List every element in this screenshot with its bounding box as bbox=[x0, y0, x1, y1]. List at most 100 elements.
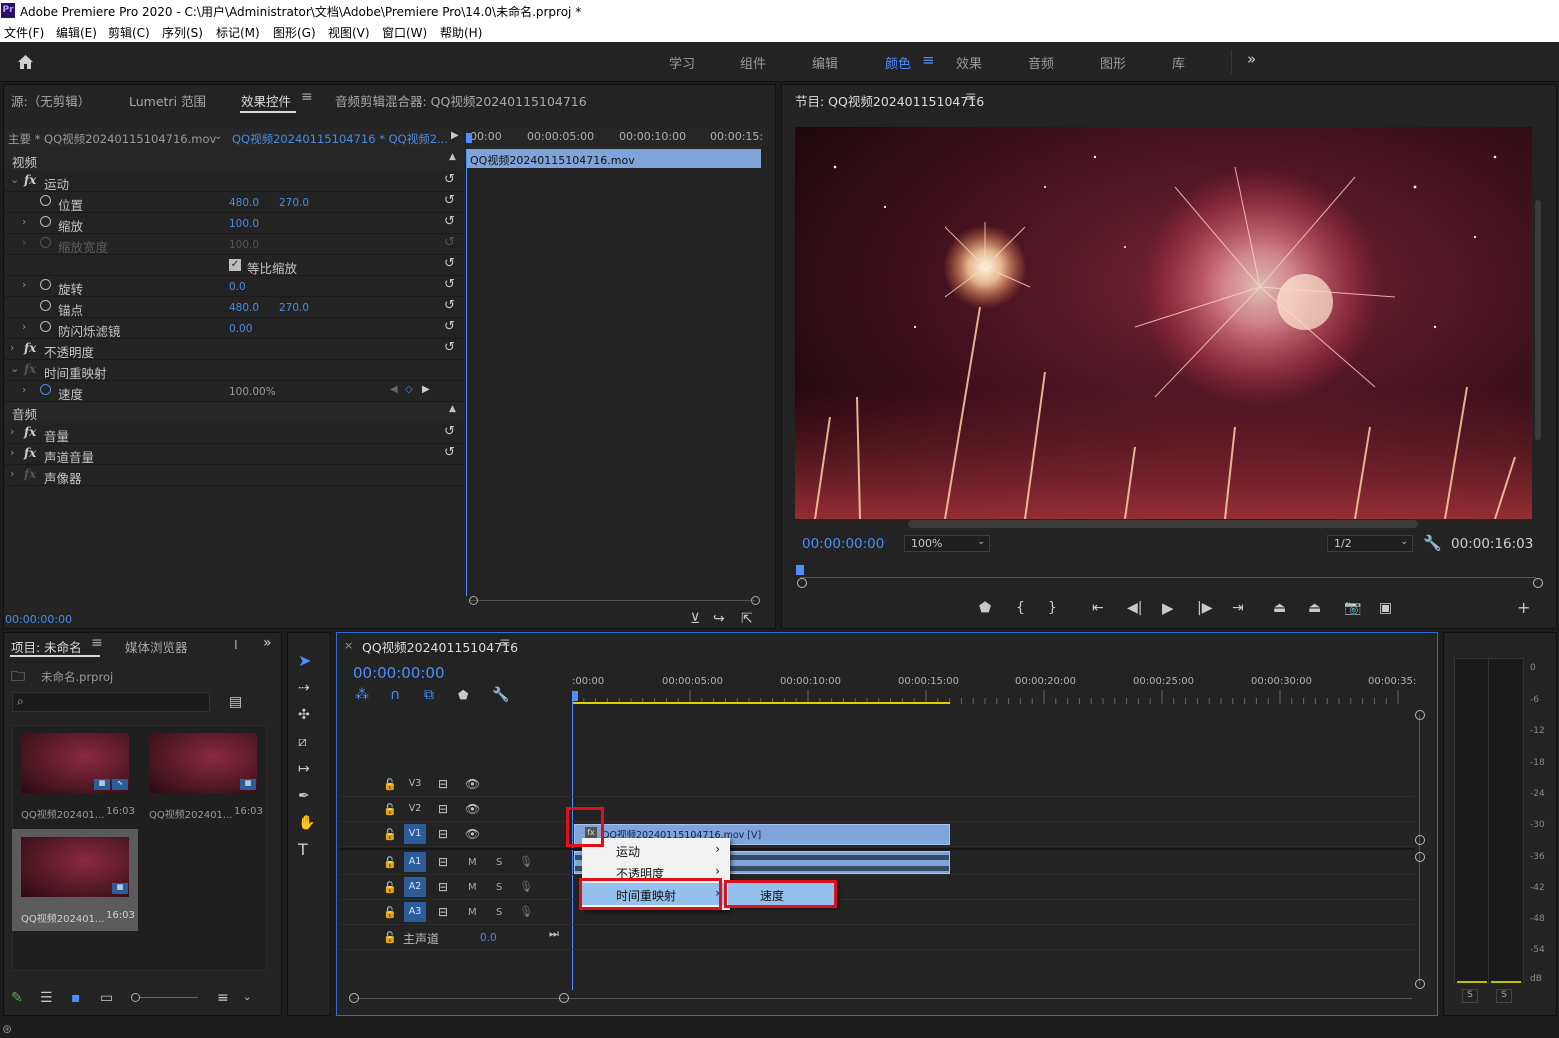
expand-caret-icon[interactable]: › bbox=[10, 467, 14, 480]
master-volume-value[interactable]: 0.0 bbox=[480, 932, 497, 944]
expand-caret-icon[interactable]: › bbox=[22, 320, 26, 333]
mute-button[interactable]: M bbox=[468, 907, 477, 918]
reset-icon[interactable]: ↺ bbox=[444, 425, 458, 439]
microphone-icon[interactable]: 🎙 bbox=[519, 854, 533, 870]
play-arrow-icon[interactable]: ▶ bbox=[451, 130, 459, 141]
go-to-end-icon[interactable]: ⏭ bbox=[549, 926, 559, 942]
effect-row-time-remap[interactable]: ⌄ fx 时间重映射 bbox=[4, 360, 464, 381]
solo-button[interactable]: S bbox=[496, 907, 502, 918]
selection-tool-icon[interactable]: ➤ bbox=[298, 653, 311, 669]
linked-selection-icon[interactable]: ⧉ bbox=[424, 687, 434, 703]
v-scroll-handle[interactable] bbox=[1415, 835, 1425, 845]
meter-solo-left[interactable]: S bbox=[1462, 989, 1478, 1003]
prev-keyframe-icon[interactable]: ◀ bbox=[390, 384, 398, 395]
video-frame[interactable] bbox=[795, 127, 1532, 519]
program-monitor-title[interactable]: 节目: QQ视频20240115104716 bbox=[795, 91, 984, 110]
extract-icon[interactable]: ⏏ bbox=[1308, 600, 1321, 616]
go-to-in-icon[interactable]: ⇤ bbox=[1092, 600, 1104, 616]
sync-lock-icon[interactable]: ⊟ bbox=[438, 801, 448, 817]
panel-menu-icon[interactable]: ≡ bbox=[965, 89, 977, 105]
hand-tool-icon[interactable]: ✋ bbox=[298, 815, 315, 831]
effect-row-opacity[interactable]: › fx 不透明度 ↺ bbox=[4, 339, 464, 360]
thumbnail-1[interactable]: ▦ ∿ bbox=[21, 733, 129, 793]
ripple-edit-tool-icon[interactable]: ✣ bbox=[298, 707, 310, 723]
sync-lock-icon[interactable]: ⊟ bbox=[438, 826, 448, 842]
timeline-h-scrollbar[interactable] bbox=[354, 998, 1412, 999]
fx-icon[interactable]: fx bbox=[24, 173, 36, 187]
timeline-ruler[interactable]: :00:00 00:00:05:00 00:00:10:00 00:00:15:… bbox=[572, 672, 1416, 704]
ec-zoom-handle-right[interactable] bbox=[751, 596, 760, 605]
track-label-v1[interactable]: V1 bbox=[404, 824, 426, 844]
workspace-editing[interactable]: 编辑 bbox=[812, 53, 838, 72]
add-button-icon[interactable]: + bbox=[1517, 600, 1530, 616]
pen-tool-icon[interactable]: ✒ bbox=[298, 788, 310, 804]
property-row-rotation[interactable]: › 旋转 0.0 ↺ bbox=[4, 276, 464, 297]
reset-icon[interactable]: ↺ bbox=[444, 173, 458, 187]
step-back-icon[interactable]: ◀| bbox=[1127, 600, 1142, 616]
lock-icon[interactable]: 🔓 bbox=[383, 827, 397, 843]
chevron-down-icon[interactable]: ⌄ bbox=[214, 131, 222, 142]
anchor-y-value[interactable]: 270.0 bbox=[279, 302, 309, 314]
context-item-motion[interactable]: 运动 › bbox=[582, 839, 730, 861]
home-icon[interactable] bbox=[17, 54, 34, 70]
sync-lock-icon[interactable]: ⊟ bbox=[438, 776, 448, 792]
sync-lock-icon[interactable]: ⊟ bbox=[438, 854, 448, 870]
stopwatch-icon[interactable] bbox=[40, 195, 51, 206]
mute-button[interactable]: M bbox=[468, 882, 477, 893]
reset-icon[interactable]: ↺ bbox=[444, 320, 458, 334]
expand-caret-icon[interactable]: › bbox=[10, 341, 14, 354]
sync-lock-icon[interactable]: ⊟ bbox=[438, 904, 448, 920]
ec-scrollbar[interactable] bbox=[470, 600, 755, 601]
timeline-v-scrollbar[interactable] bbox=[1419, 715, 1420, 985]
add-keyframe-icon[interactable]: ◇ bbox=[405, 384, 413, 395]
loop-audio-icon[interactable]: ↪ bbox=[713, 611, 725, 627]
rotation-value[interactable]: 0.0 bbox=[229, 281, 246, 293]
meter-solo-right[interactable]: S bbox=[1496, 989, 1512, 1003]
microphone-icon[interactable]: 🎙 bbox=[519, 904, 533, 920]
v-scroll-handle[interactable] bbox=[1415, 710, 1425, 720]
effect-row-channel-volume[interactable]: › fx 声道音量 ↺ bbox=[4, 444, 464, 465]
new-bin-icon[interactable]: ▤ bbox=[229, 694, 242, 710]
workspace-overflow-icon[interactable]: » bbox=[1247, 50, 1256, 68]
workspace-libraries[interactable]: 库 bbox=[1172, 53, 1185, 72]
reset-icon[interactable]: ↺ bbox=[444, 278, 458, 292]
project-search-input[interactable]: ⌕ bbox=[12, 692, 210, 712]
reset-icon[interactable]: ↺ bbox=[444, 299, 458, 313]
step-forward-icon[interactable]: |▶ bbox=[1197, 600, 1212, 616]
razor-tool-icon[interactable]: ⧄ bbox=[298, 734, 307, 750]
play-icon[interactable]: ▶ bbox=[1162, 600, 1174, 616]
menu-window[interactable]: 窗口(W) bbox=[382, 24, 427, 41]
add-marker-icon[interactable]: ⬟ bbox=[458, 687, 468, 703]
stopwatch-icon[interactable] bbox=[40, 384, 51, 395]
export-icon[interactable]: ⇱ bbox=[741, 611, 753, 627]
expand-caret-icon[interactable]: › bbox=[22, 383, 26, 396]
eye-icon[interactable]: 👁 bbox=[465, 826, 480, 842]
reset-icon[interactable]: ↺ bbox=[444, 446, 458, 460]
collapse-up-icon[interactable]: ▲ bbox=[449, 404, 456, 414]
program-mini-ruler[interactable] bbox=[796, 565, 1540, 581]
lock-icon[interactable]: 🔓 bbox=[383, 802, 397, 818]
mark-out-icon[interactable]: } bbox=[1048, 600, 1057, 616]
expand-caret-icon[interactable]: › bbox=[22, 278, 26, 291]
wrench-icon[interactable]: 🔧 bbox=[1423, 535, 1442, 551]
property-row-scale[interactable]: › 缩放 100.0 ↺ bbox=[4, 213, 464, 234]
ec-zoom-handle-left[interactable] bbox=[469, 596, 478, 605]
lock-icon[interactable]: 🔓 bbox=[383, 930, 397, 946]
freeform-view-icon[interactable]: ▭ bbox=[100, 990, 113, 1006]
tab-truncated[interactable]: I bbox=[234, 637, 238, 652]
tab-audio-clip-mixer[interactable]: 音频剪辑混合器: QQ视频20240115104716 bbox=[335, 91, 587, 110]
sequence-clip-link[interactable]: QQ视频20240115104716 * QQ视频2... bbox=[232, 131, 448, 147]
timeline-settings-wrench-icon[interactable]: 🔧 bbox=[492, 687, 509, 703]
track-label-a2[interactable]: A2 bbox=[404, 877, 426, 897]
thumbnail-3[interactable]: ▦ bbox=[21, 837, 129, 897]
work-area-bar[interactable] bbox=[572, 702, 950, 704]
stopwatch-icon[interactable] bbox=[40, 216, 51, 227]
panel-menu-icon[interactable]: ≡ bbox=[301, 89, 313, 105]
mute-button[interactable]: M bbox=[468, 857, 477, 868]
position-y-value[interactable]: 270.0 bbox=[279, 197, 309, 209]
fx-icon[interactable]: fx bbox=[24, 446, 36, 460]
mini-playhead[interactable] bbox=[466, 133, 472, 143]
chevron-down-icon[interactable]: ⌄ bbox=[243, 990, 251, 1006]
reset-icon[interactable]: ↺ bbox=[444, 341, 458, 355]
reset-icon[interactable]: ↺ bbox=[444, 257, 458, 271]
